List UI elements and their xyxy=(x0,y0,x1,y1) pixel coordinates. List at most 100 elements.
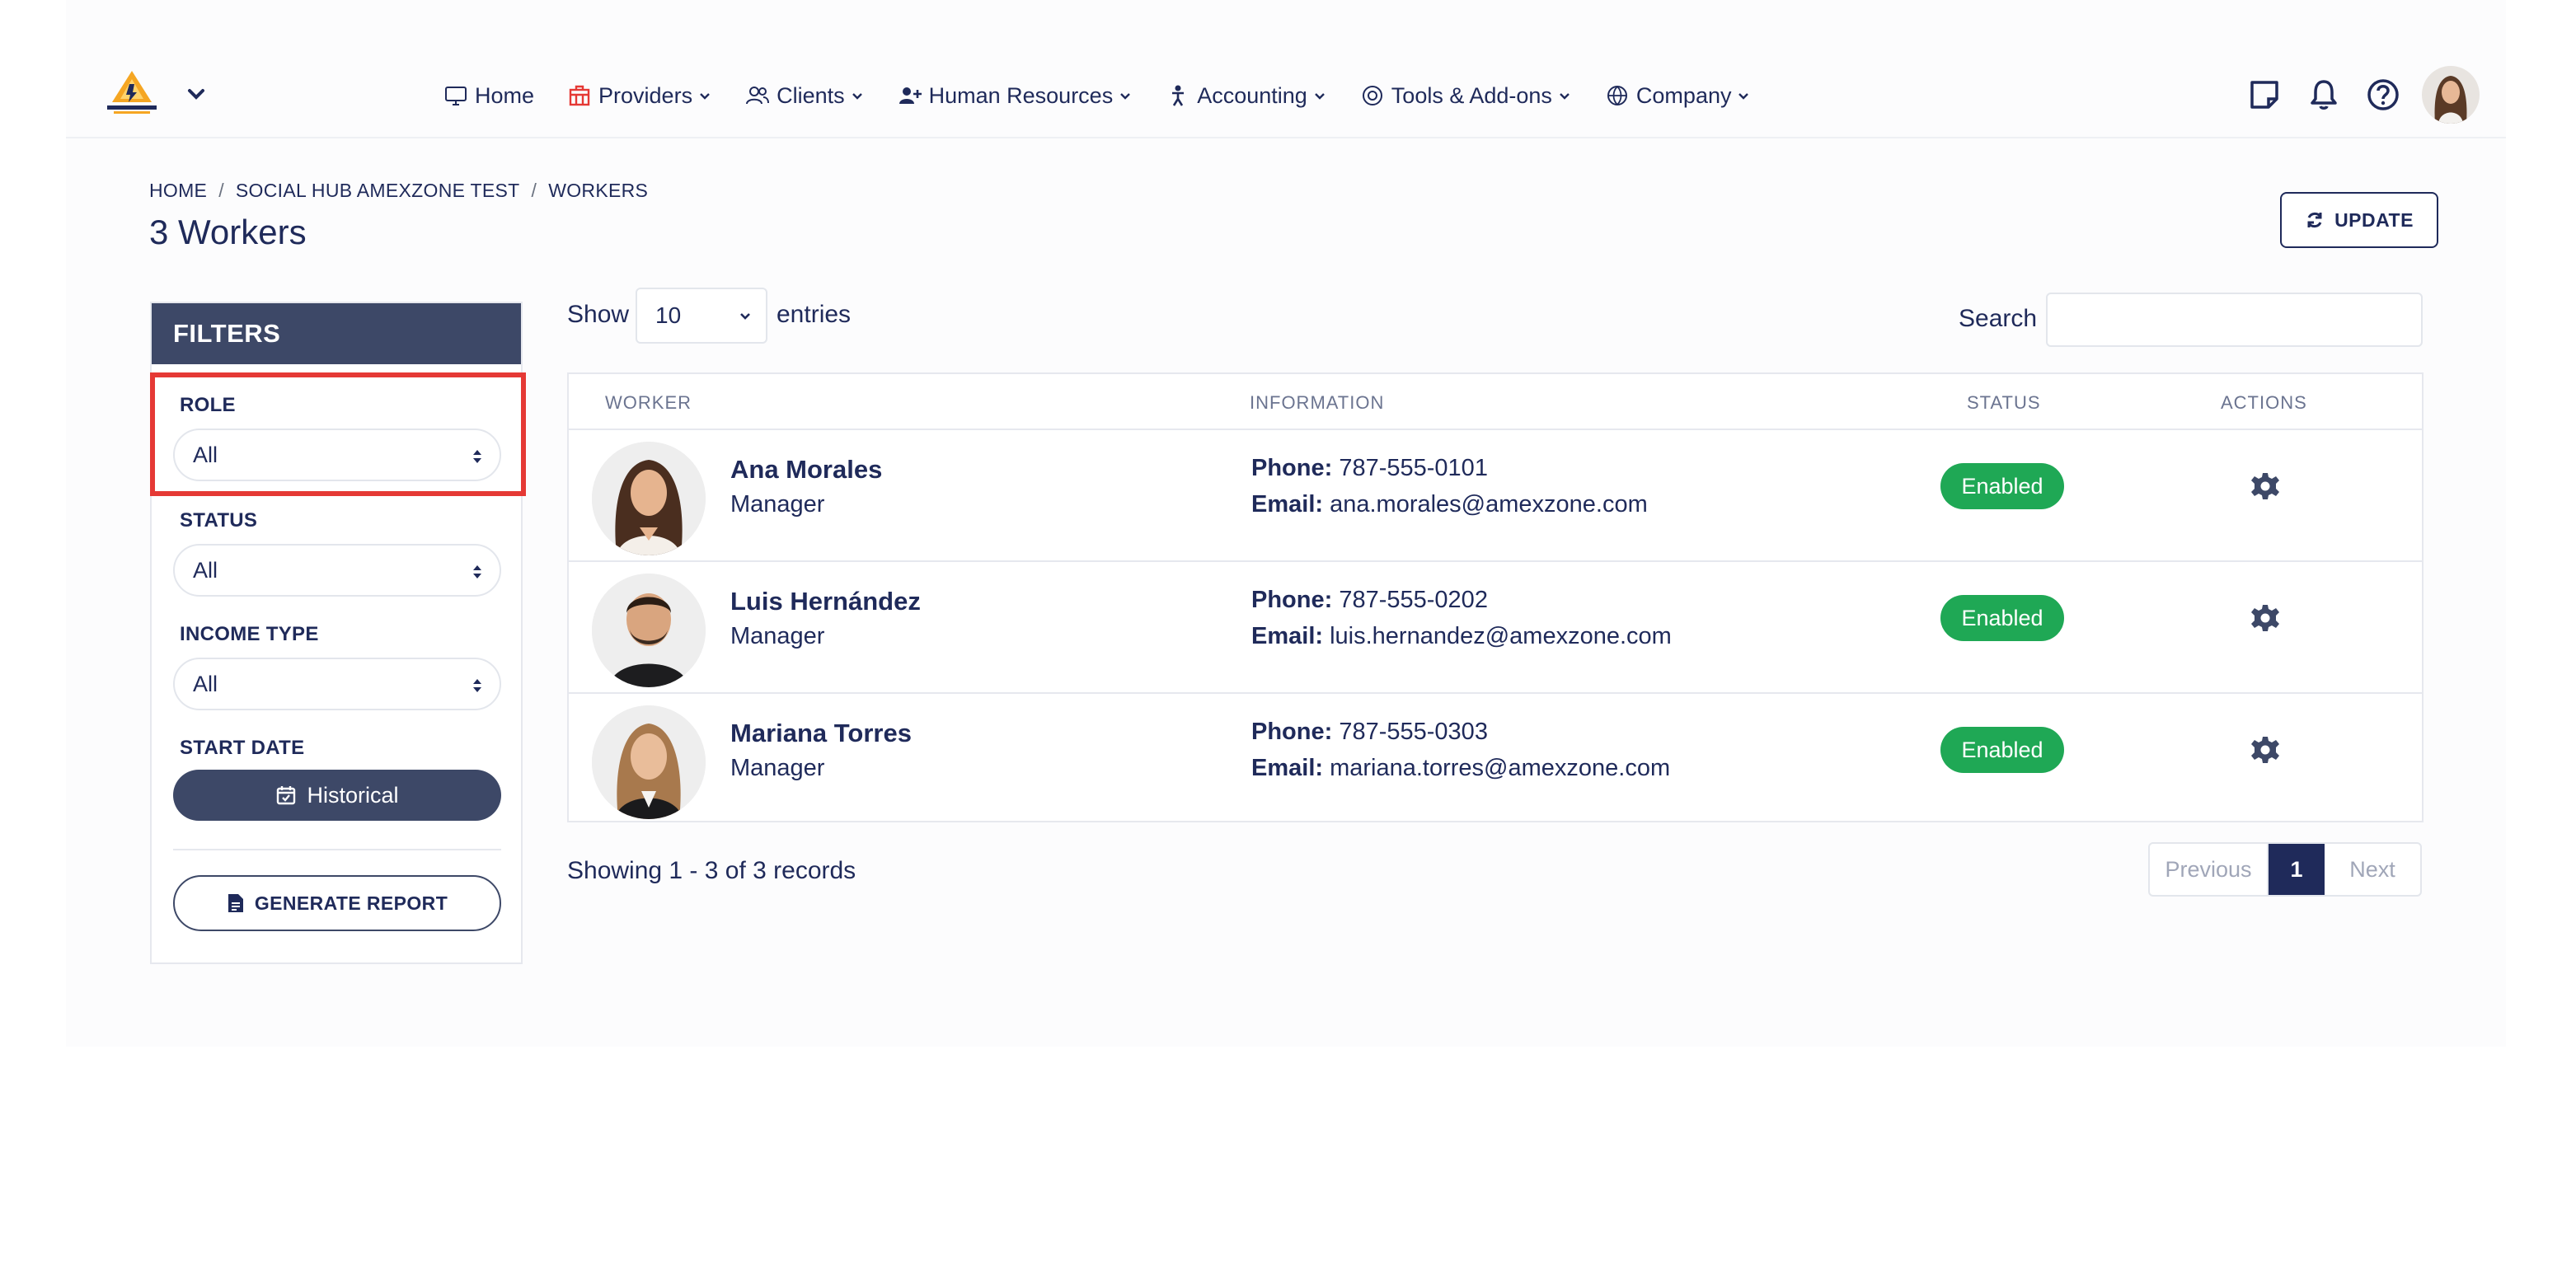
historical-button[interactable]: Historical xyxy=(173,770,501,821)
gear-icon[interactable] xyxy=(2250,735,2280,765)
breadcrumb-social-hub[interactable]: SOCIAL HUB AMEXZONE TEST xyxy=(236,180,520,202)
nav-accounting[interactable]: Accounting xyxy=(1166,83,1327,109)
document-icon xyxy=(228,894,243,912)
nav-company[interactable]: Company xyxy=(1605,83,1752,109)
worker-role: Manager xyxy=(730,491,825,518)
worker-name[interactable]: Ana Morales xyxy=(730,455,882,485)
worker-photo xyxy=(592,705,706,819)
entries-select-value: 10 xyxy=(655,302,682,328)
nav-home[interactable]: Home xyxy=(443,83,534,109)
users-icon xyxy=(745,83,770,108)
search-input[interactable] xyxy=(2046,293,2423,347)
nav-human-resources-label: Human Resources xyxy=(928,82,1114,108)
bell-icon[interactable] xyxy=(2305,76,2343,114)
filters-divider xyxy=(173,849,501,850)
update-button[interactable]: UPDATE xyxy=(2280,192,2438,248)
worker-email: Email: ana.morales@amexzone.com xyxy=(1251,491,1648,518)
generate-report-label: GENERATE REPORT xyxy=(254,892,448,914)
worker-email: Email: mariana.torres@amexzone.com xyxy=(1251,755,1670,782)
historical-label: Historical xyxy=(307,782,399,808)
email-value: luis.hernandez@amexzone.com xyxy=(1330,623,1672,649)
workers-table: WORKER INFORMATION STATUS ACTIONS Ana Mo… xyxy=(567,372,2424,822)
phone-label: Phone: xyxy=(1251,719,1333,745)
worker-name[interactable]: Luis Hernández xyxy=(730,587,921,616)
nav-accounting-label: Accounting xyxy=(1197,82,1307,108)
user-avatar[interactable] xyxy=(2422,66,2480,124)
nav-company-label: Company xyxy=(1635,82,1732,108)
email-label: Email: xyxy=(1251,755,1324,781)
logo-menu-chevron-icon[interactable] xyxy=(180,77,213,110)
nav-human-resources[interactable]: Human Resources xyxy=(898,83,1133,109)
next-page-button[interactable]: Next xyxy=(2325,844,2420,895)
nav-tools-addons-label: Tools & Add-ons xyxy=(1391,82,1552,108)
worker-phone: Phone: 787-555-0303 xyxy=(1251,719,1488,746)
chevron-down-icon xyxy=(740,313,750,320)
worker-email: Email: luis.hernandez@amexzone.com xyxy=(1251,623,1672,650)
gear-icon[interactable] xyxy=(2250,603,2280,633)
nav-providers[interactable]: Providers xyxy=(567,83,712,109)
column-header-actions: ACTIONS xyxy=(2221,392,2307,413)
filters-title: FILTERS xyxy=(152,303,521,364)
breadcrumb-workers: WORKERS xyxy=(548,180,649,201)
help-icon[interactable] xyxy=(2364,76,2402,114)
entries-select[interactable]: 10 xyxy=(636,288,767,344)
previous-page-button[interactable]: Previous xyxy=(2150,844,2269,895)
chevron-down-icon xyxy=(1118,88,1133,103)
globe-icon xyxy=(1605,83,1630,108)
figure-icon xyxy=(1166,83,1190,108)
status-select-value: All xyxy=(193,557,218,583)
notes-icon[interactable] xyxy=(2245,76,2283,114)
pagination: Previous 1 Next xyxy=(2148,842,2422,897)
status-label: STATUS xyxy=(180,509,258,532)
user-plus-icon xyxy=(898,83,922,108)
phone-value: 787-555-0101 xyxy=(1339,455,1488,481)
building-icon xyxy=(567,83,592,108)
nav-clients-label: Clients xyxy=(777,82,845,108)
page-1-button[interactable]: 1 xyxy=(2269,844,2325,895)
income-type-select-value: All xyxy=(193,671,218,696)
refresh-icon xyxy=(2307,212,2322,228)
worker-name[interactable]: Mariana Torres xyxy=(730,719,912,748)
breadcrumb-home[interactable]: HOME xyxy=(149,180,207,202)
phone-label: Phone: xyxy=(1251,455,1333,481)
worker-phone: Phone: 787-555-0101 xyxy=(1251,455,1488,482)
email-label: Email: xyxy=(1251,623,1324,649)
calendar-icon xyxy=(277,786,296,805)
show-label: Show xyxy=(567,301,630,328)
sort-arrows-icon xyxy=(473,679,481,692)
chevron-down-icon xyxy=(697,88,712,103)
phone-label: Phone: xyxy=(1251,587,1333,613)
worker-role: Manager xyxy=(730,755,825,781)
role-filter-highlight xyxy=(150,372,526,496)
income-type-select[interactable]: All xyxy=(173,658,501,710)
nav-providers-label: Providers xyxy=(598,82,693,108)
nav-clients[interactable]: Clients xyxy=(745,83,865,109)
target-icon xyxy=(1360,83,1385,108)
table-row: Ana Morales Manager Phone: 787-555-0101 … xyxy=(569,429,2422,560)
status-badge: Enabled xyxy=(1940,595,2064,641)
worker-role: Manager xyxy=(730,623,825,649)
email-label: Email: xyxy=(1251,491,1324,518)
column-header-worker: WORKER xyxy=(605,392,692,413)
nav-tools-addons[interactable]: Tools & Add-ons xyxy=(1360,83,1572,109)
chevron-down-icon xyxy=(1736,88,1751,103)
worker-photo xyxy=(592,574,706,687)
chevron-down-icon xyxy=(1557,88,1572,103)
status-select[interactable]: All xyxy=(173,544,501,597)
breadcrumb-separator: / xyxy=(531,180,537,201)
company-logo[interactable] xyxy=(104,69,160,117)
column-header-status: STATUS xyxy=(1967,392,2041,413)
update-label: UPDATE xyxy=(2334,208,2414,231)
entries-label: entries xyxy=(777,301,852,328)
worker-phone: Phone: 787-555-0202 xyxy=(1251,587,1488,614)
sort-arrows-icon xyxy=(473,565,481,578)
gear-icon[interactable] xyxy=(2250,471,2280,501)
generate-report-button[interactable]: GENERATE REPORT xyxy=(173,875,501,931)
start-date-label: START DATE xyxy=(180,737,305,759)
breadcrumb: HOME / SOCIAL HUB AMEXZONE TEST / WORKER… xyxy=(149,180,648,202)
table-row: Luis Hernández Manager Phone: 787-555-02… xyxy=(569,560,2422,692)
email-value: ana.morales@amexzone.com xyxy=(1330,491,1648,518)
status-badge: Enabled xyxy=(1940,463,2064,509)
nav-home-label: Home xyxy=(475,82,535,108)
email-value: mariana.torres@amexzone.com xyxy=(1330,755,1671,781)
